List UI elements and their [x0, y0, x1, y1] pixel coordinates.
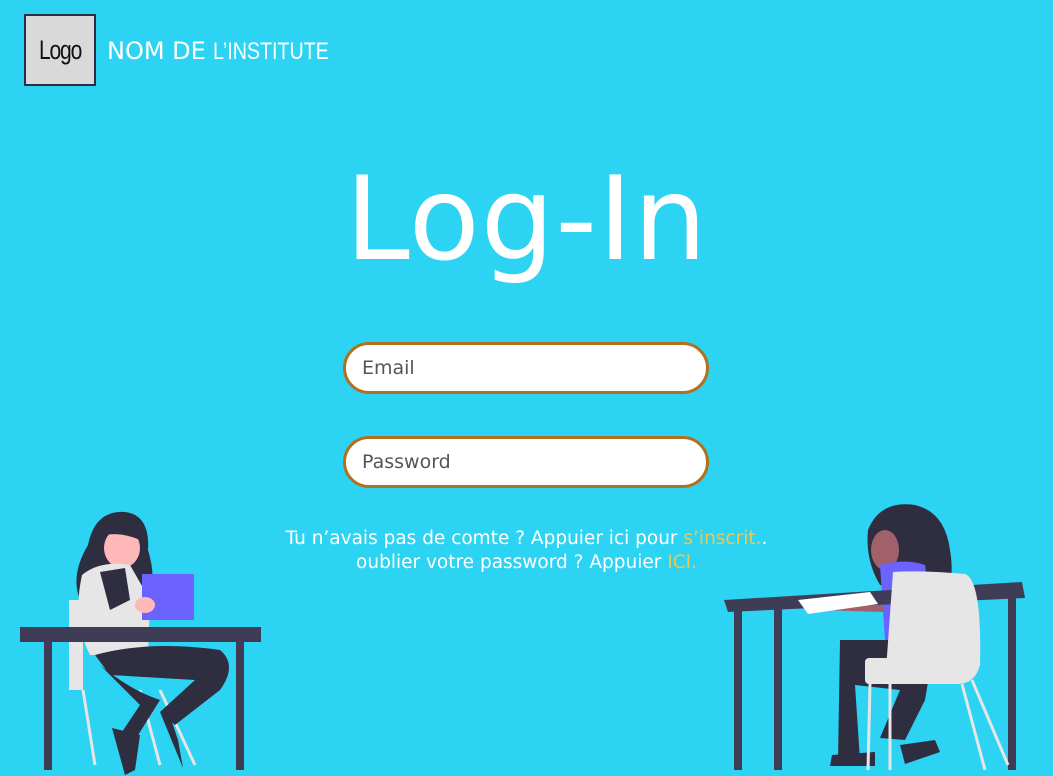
student-writing-illustration — [724, 504, 1025, 771]
